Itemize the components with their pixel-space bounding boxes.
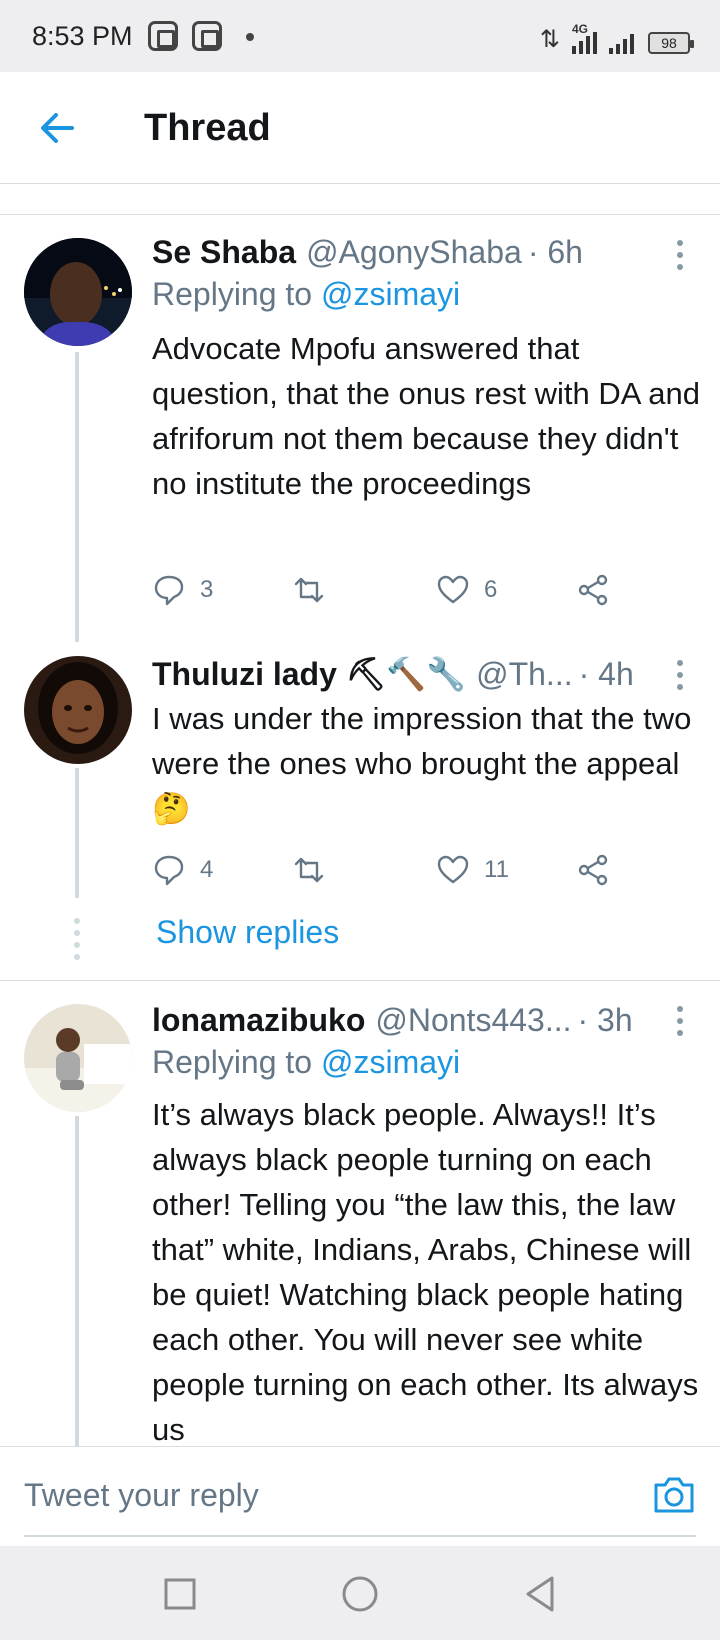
- avatar[interactable]: [24, 656, 132, 764]
- author-name[interactable]: lonamazibuko: [152, 1002, 365, 1039]
- back-button[interactable]: [36, 106, 80, 150]
- system-back-button[interactable]: [520, 1574, 560, 1614]
- replying-prefix: Replying to: [152, 1044, 313, 1080]
- network-type: 4G: [572, 22, 589, 36]
- reply-icon: [154, 855, 184, 886]
- tweet-time: · 6h: [527, 233, 583, 270]
- more-options-button[interactable]: [670, 240, 690, 270]
- replying-to: Replying to @zsimayi: [152, 1044, 460, 1081]
- triangle-back-nav-icon: [526, 1576, 554, 1612]
- reply-button[interactable]: 3: [152, 570, 213, 610]
- tweet-actions: 4 11: [152, 850, 632, 890]
- recent-apps-button[interactable]: [160, 1574, 200, 1614]
- app-notification-icon: [192, 21, 222, 51]
- reply-composer: Tweet your reply: [0, 1446, 720, 1546]
- reply-count: 3: [200, 576, 214, 603]
- retweet-icon: [294, 577, 324, 603]
- reply-button[interactable]: 4: [152, 850, 213, 890]
- data-activity-icon: ⇅: [539, 26, 560, 53]
- retweet-button[interactable]: [292, 850, 340, 890]
- like-icon: [437, 855, 469, 884]
- tweet-item[interactable]: Se Shaba @AgonyShaba · 6h Replying to @z…: [0, 216, 720, 642]
- share-icon: [578, 854, 608, 886]
- tweet-header: lonamazibuko @Nonts443... · 3h: [152, 998, 700, 1042]
- avatar-image: [24, 656, 132, 764]
- more-options-button[interactable]: [670, 660, 690, 690]
- share-button[interactable]: [576, 570, 610, 610]
- share-icon: [578, 574, 608, 606]
- battery-icon: 98: [648, 32, 694, 54]
- author-handle[interactable]: @Th...: [476, 656, 573, 693]
- tweet-text: It’s always black people. Always!! It’s …: [152, 1097, 699, 1446]
- thread-connector: [75, 352, 79, 642]
- reply-icon: [154, 575, 184, 606]
- share-button[interactable]: [576, 850, 610, 890]
- tweet-header: Thuluzi lady ⛏🔨🔧 @Th... · 4h: [152, 652, 700, 696]
- signal-icon: 4G: [572, 22, 597, 54]
- avatar[interactable]: [24, 238, 132, 346]
- thread-connector: [75, 1116, 79, 1446]
- more-notifications-dot: [246, 33, 254, 41]
- more-options-button[interactable]: [670, 1006, 690, 1036]
- replying-prefix: Replying to: [152, 276, 313, 312]
- mention-link[interactable]: @zsimayi: [321, 276, 460, 312]
- status-bar: 8:53 PM ⇅ 4G 98: [0, 0, 720, 72]
- like-count: 11: [484, 856, 509, 883]
- author-name[interactable]: Se Shaba: [152, 234, 296, 271]
- status-icons: ⇅ 4G 98: [539, 20, 694, 54]
- avatar-image: [24, 1004, 132, 1112]
- home-button[interactable]: [340, 1574, 380, 1614]
- avatar-image: [24, 238, 132, 346]
- tweet-item[interactable]: lonamazibuko @Nonts443... · 3h Replying …: [0, 982, 720, 1446]
- page-title: Thread: [144, 107, 271, 149]
- show-replies-link[interactable]: Show replies: [156, 914, 339, 951]
- reply-input[interactable]: Tweet your reply: [24, 1477, 259, 1514]
- signal-icon-2: [609, 28, 634, 54]
- tweet-header: Se Shaba @AgonyShaba · 6h: [152, 230, 700, 274]
- like-count: 6: [484, 576, 498, 603]
- divider: [0, 980, 720, 981]
- circle-nav-icon: [342, 1576, 378, 1612]
- reply-count: 4: [200, 856, 214, 883]
- reply-input-underline: [24, 1535, 696, 1537]
- tweet-item[interactable]: Thuluzi lady ⛏🔨🔧 @Th... · 4h I was under…: [0, 636, 720, 980]
- tweet-actions: 3 6: [152, 570, 632, 610]
- tweet-time: · 3h: [577, 1001, 633, 1038]
- mention-link[interactable]: @zsimayi: [321, 1044, 460, 1080]
- back-arrow-icon: [41, 113, 74, 143]
- tweet-text: I was under the impression that the two …: [152, 701, 692, 826]
- retweet-button[interactable]: [292, 570, 340, 610]
- top-app-bar: Thread: [0, 72, 720, 184]
- author-handle[interactable]: @Nonts443...: [375, 1002, 571, 1039]
- tweet-time: · 4h: [578, 655, 634, 692]
- avatar[interactable]: [24, 1004, 132, 1112]
- like-button[interactable]: 6: [436, 570, 497, 610]
- like-button[interactable]: 11: [436, 850, 509, 890]
- author-handle[interactable]: @AgonyShaba: [306, 234, 522, 271]
- system-navigation-bar: [0, 1546, 720, 1640]
- tweet-text: Advocate Mpofu answered that question, t…: [152, 331, 701, 501]
- app-notification-icon: [148, 21, 178, 51]
- author-name[interactable]: Thuluzi lady ⛏🔨🔧: [152, 655, 466, 693]
- camera-icon: [654, 1477, 694, 1513]
- more-thread-indicator: [74, 918, 80, 960]
- camera-button[interactable]: [650, 1471, 698, 1519]
- replying-to: Replying to @zsimayi: [152, 276, 460, 313]
- thread-connector: [75, 768, 79, 898]
- divider: [0, 214, 720, 215]
- battery-level: 98: [661, 35, 677, 51]
- square-nav-icon: [164, 1578, 196, 1610]
- status-time: 8:53 PM: [32, 21, 133, 51]
- like-icon: [437, 575, 469, 604]
- retweet-icon: [294, 857, 324, 883]
